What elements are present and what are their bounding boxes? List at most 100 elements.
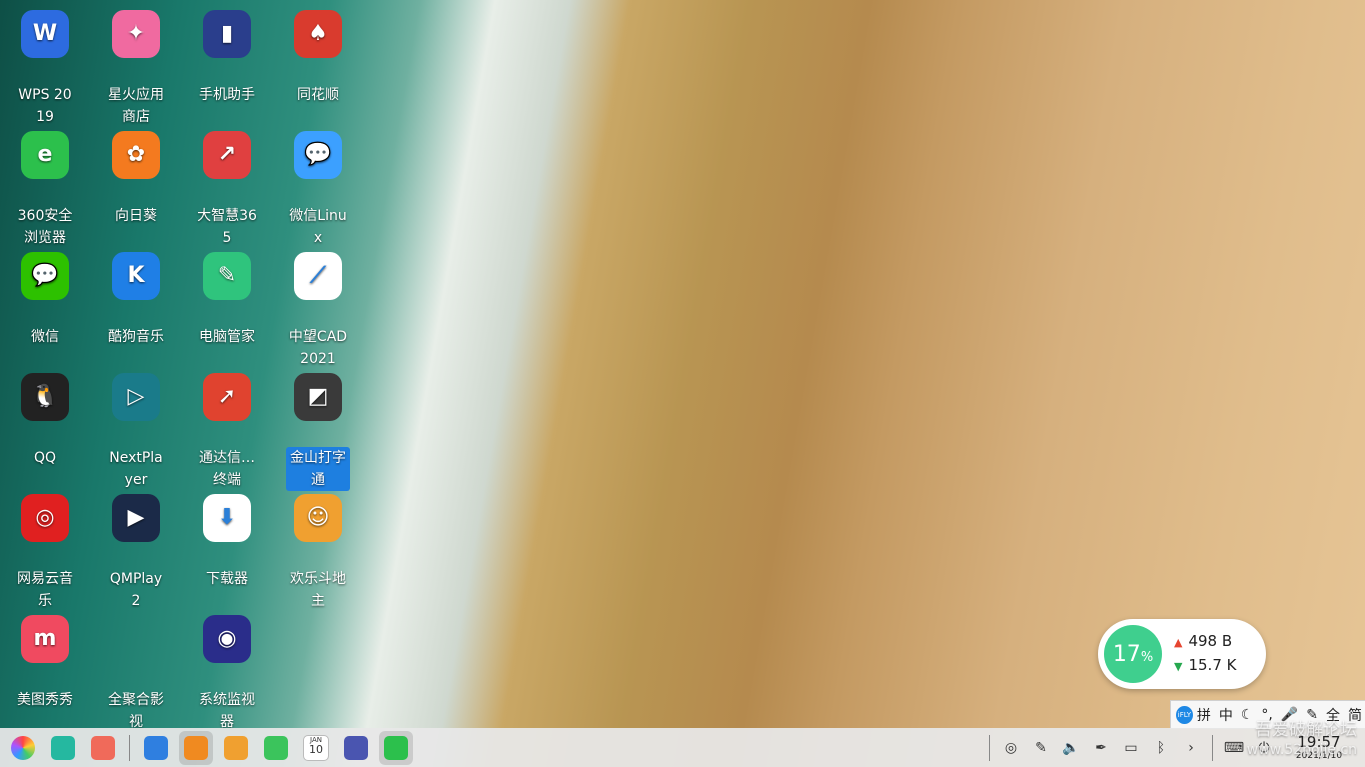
desktop-icon[interactable]: 全聚合影视 — [91, 605, 181, 733]
desktop-icon[interactable]: ➚ 通达信…终端 — [182, 363, 272, 491]
system-monitor-icon: ◉ — [203, 615, 251, 663]
desktop-icon-label: 电脑管家 — [199, 329, 255, 345]
taskbar-app-button[interactable] — [379, 730, 413, 765]
desktop-icon[interactable]: 💬 微信Linux — [273, 121, 363, 249]
ime-option[interactable]: ☾ — [1241, 707, 1254, 723]
desktop-icon[interactable]: 💬 微信 — [0, 242, 90, 348]
nextplayer-icon: ▷ — [112, 373, 160, 421]
tray-divider — [989, 734, 990, 761]
wechat-icon: 💬 — [21, 252, 69, 300]
desktop-icon-label: 下载器 — [206, 571, 248, 587]
meitu-icon: m — [21, 615, 69, 663]
input-method-toolbar[interactable]: iFLY 拼中 ☾ °, 🎤 ✎ 全简 — [1170, 700, 1365, 729]
taskbar: JAN 10 ◎ ✎ 🔈 ✒ ▭ ᛒ › ⌨ ⏻ 19:57 2021/1/10 — [0, 728, 1365, 767]
desktop-icon[interactable]: ✎ 电脑管家 — [182, 242, 272, 348]
desktop-icon-label: 欢乐斗地主 — [290, 571, 346, 609]
desktop-icon[interactable]: ◎ 网易云音乐 — [0, 484, 90, 612]
tongdaxin-icon: ➚ — [203, 373, 251, 421]
app-store-icon — [184, 735, 208, 760]
battery-icon[interactable]: ▭ — [1119, 736, 1143, 760]
downloader-icon: ⬇ — [203, 494, 251, 542]
desktop-icon[interactable]: ✦ 星火应用商店 — [91, 0, 181, 128]
desktop-icon-label: 微信 — [31, 329, 59, 345]
desktop-icon-label: QQ — [33, 450, 57, 466]
pen-tray-icon[interactable]: ✒ — [1089, 736, 1113, 760]
desktop-icon[interactable]: ⬇ 下载器 — [182, 484, 272, 590]
taskbar-app-button[interactable] — [46, 731, 80, 765]
image-viewer-icon — [224, 735, 248, 760]
wechat-linux-icon: 💬 — [294, 131, 342, 179]
browser-icon — [384, 735, 408, 760]
dazhihui-icon: ↗ — [203, 131, 251, 179]
download-speed: ▼ 15.7 K — [1174, 656, 1236, 674]
taskbar-app-button[interactable] — [6, 731, 40, 765]
taskbar-app-button[interactable] — [179, 730, 213, 765]
ime-option[interactable]: 中 — [1219, 705, 1233, 725]
brush-tray-icon[interactable]: ✎ — [1029, 736, 1053, 760]
ifly-logo-icon[interactable]: iFLY — [1176, 705, 1193, 724]
desktop-icon[interactable]: ↗ 大智慧365 — [182, 121, 272, 249]
keyboard-icon[interactable]: ⌨ — [1222, 736, 1246, 760]
calendar-day: 10 — [309, 742, 323, 756]
desktop-icon[interactable]: ◉ 系统监视器 — [182, 605, 272, 733]
desktop-icon[interactable]: ▶ QMPlay2 — [91, 484, 181, 612]
desktop-icon[interactable]: m 美图秀秀 — [0, 605, 90, 711]
desktop-icon[interactable]: ◩ 金山打字通 — [273, 363, 363, 491]
desktop-icon[interactable]: ✿ 向日葵 — [91, 121, 181, 227]
ime-option[interactable]: 拼 — [1197, 705, 1211, 725]
tray-divider — [1212, 734, 1213, 761]
desktop-icon[interactable]: ▮ 手机助手 — [182, 0, 272, 106]
tonghuashun-icon: ♠ — [294, 10, 342, 58]
sunflower-icon: ✿ — [112, 131, 160, 179]
taskbar-app-button[interactable] — [259, 731, 293, 765]
desktop-icon[interactable]: ☺ 欢乐斗地主 — [273, 484, 363, 612]
desktop-icon[interactable]: K 酷狗音乐 — [91, 242, 181, 348]
desktop-icon-label: 同花顺 — [297, 87, 339, 103]
cpu-usage-value: 17 — [1112, 641, 1141, 667]
wps-icon: W — [21, 10, 69, 58]
power-icon[interactable]: ⏻ — [1252, 736, 1276, 760]
ime-option[interactable]: ✎ — [1306, 707, 1318, 723]
ime-option[interactable]: °, — [1261, 707, 1272, 723]
chevron-right-icon[interactable]: › — [1179, 736, 1203, 760]
doudizhu-icon: ☺ — [294, 494, 342, 542]
taskbar-app-button[interactable]: JAN 10 — [299, 731, 333, 765]
desktop-icon[interactable]: W WPS 2019 — [0, 0, 90, 128]
calendar-icon: JAN 10 — [303, 734, 329, 761]
upload-arrow-icon: ▲ — [1174, 636, 1183, 649]
desktop-icon-label: 手机助手 — [199, 87, 255, 103]
clock-time: 19:57 — [1297, 732, 1341, 751]
taskbar-app-button[interactable] — [86, 731, 120, 765]
clock[interactable]: 19:57 2021/1/10 — [1279, 734, 1359, 762]
music-icon — [264, 735, 288, 760]
netease-music-icon: ◎ — [21, 494, 69, 542]
pc-manager-icon: ✎ — [203, 252, 251, 300]
desktop-icon-label: 系统监视器 — [199, 692, 255, 730]
ime-option[interactable]: 简 — [1348, 705, 1362, 725]
desktop-icon[interactable]: 🐧 QQ — [0, 363, 90, 469]
volume-icon[interactable]: 🔈 — [1059, 736, 1083, 760]
kugou-icon: K — [112, 252, 160, 300]
ime-option[interactable]: 全 — [1326, 705, 1340, 725]
desktop-icon[interactable]: e 360安全浏览器 — [0, 121, 90, 249]
settings-icon — [344, 735, 368, 760]
upload-speed: ▲ 498 B — [1174, 632, 1232, 650]
network-monitor-widget[interactable]: 17% ▲ 498 B ▼ 15.7 K — [1098, 619, 1266, 689]
desktop-icon[interactable]: ⟋ 中望CAD 2021 — [273, 242, 363, 370]
desktop-icon-label: 全聚合影视 — [108, 692, 164, 730]
ime-option[interactable]: 🎤 — [1281, 707, 1298, 723]
taskbar-app-button[interactable] — [219, 731, 253, 765]
zwcad-icon: ⟋ — [294, 252, 342, 300]
360-browser-icon: e — [21, 131, 69, 179]
desktop-icon[interactable]: ♠ 同花顺 — [273, 0, 363, 106]
qmplay2-icon: ▶ — [112, 494, 160, 542]
desktop-icon[interactable]: ▷ NextPlayer — [91, 363, 181, 491]
video-aggregator-icon — [112, 615, 160, 663]
ifly-tray-icon[interactable]: ◎ — [999, 736, 1023, 760]
taskbar-divider — [129, 734, 130, 761]
taskbar-app-button[interactable] — [339, 731, 373, 765]
phone-assistant-icon: ▮ — [203, 10, 251, 58]
taskbar-app-button[interactable] — [139, 731, 173, 765]
bluetooth-icon[interactable]: ᛒ — [1149, 736, 1173, 760]
cpu-usage-gauge: 17% — [1104, 625, 1162, 683]
